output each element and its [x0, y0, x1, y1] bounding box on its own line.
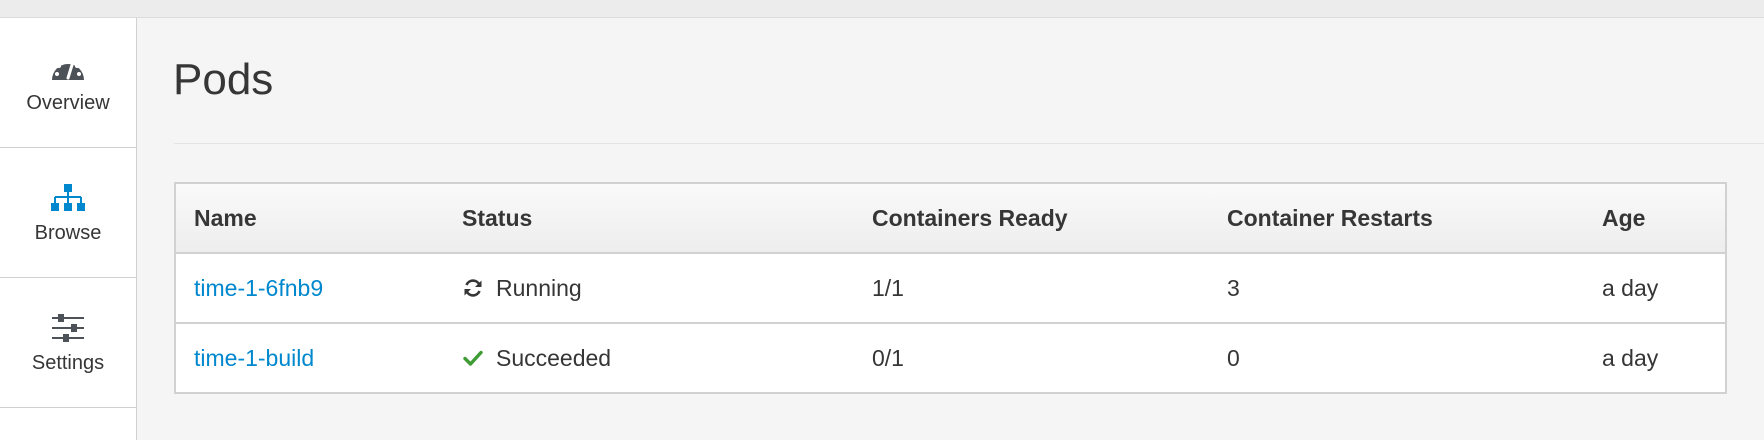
- container-restarts-cell: 3: [1209, 253, 1584, 324]
- column-header-containers-ready[interactable]: Containers Ready: [854, 183, 1209, 254]
- sidebar-item-label: Browse: [34, 222, 102, 244]
- containers-ready-cell: 0/1: [872, 344, 904, 371]
- sidebar-item-settings[interactable]: Settings: [0, 278, 136, 408]
- top-bar: [0, 0, 1764, 18]
- pod-name-cell: time-1-6fnb9: [175, 253, 444, 324]
- pod-age-cell: a day: [1602, 344, 1659, 371]
- pod-link[interactable]: time-1-build: [194, 345, 314, 371]
- sidebar-item-label: Overview: [26, 92, 110, 114]
- sidebar-item-label: Settings: [31, 352, 105, 374]
- pods-table: Name Status Containers Ready Container R…: [174, 182, 1727, 394]
- sitemap-icon: [50, 180, 86, 216]
- containers-ready-cell: 1/1: [854, 253, 1209, 324]
- pod-status-cell: Succeeded: [444, 323, 854, 393]
- table-header-row: Name Status Containers Ready Container R…: [175, 183, 1726, 254]
- container-restarts-cell: 0: [1227, 344, 1240, 371]
- column-header-age[interactable]: Age: [1584, 183, 1726, 254]
- sidebar: Overview Browse Settings: [0, 18, 137, 440]
- pod-status-text: Running: [496, 274, 582, 301]
- divider: [174, 143, 1764, 144]
- pod-age-cell: a day: [1584, 253, 1726, 324]
- column-header-name[interactable]: Name: [175, 183, 444, 254]
- check-icon: [462, 349, 484, 367]
- column-header-status[interactable]: Status: [444, 183, 854, 254]
- pod-status-text: Succeeded: [496, 344, 612, 371]
- page-title: Pods: [173, 55, 274, 104]
- sliders-icon: [51, 310, 85, 346]
- sidebar-item-overview[interactable]: Overview: [0, 18, 136, 148]
- main-content: Pods Name Status Containers Ready Contai…: [137, 18, 1764, 440]
- dashboard-icon: [49, 50, 87, 86]
- table-row: time-1-build Succeeded 0/1 0 a day: [175, 323, 1726, 393]
- refresh-icon: [462, 278, 484, 298]
- pod-link[interactable]: time-1-6fnb9: [194, 275, 323, 301]
- pod-status-cell: Running: [444, 253, 854, 324]
- column-header-container-restarts[interactable]: Container Restarts: [1209, 183, 1584, 254]
- pod-name-cell: time-1-build: [175, 323, 444, 393]
- sidebar-item-browse[interactable]: Browse: [0, 148, 136, 278]
- table-row: time-1-6fnb9 Running 1/1 3 a day: [175, 253, 1726, 324]
